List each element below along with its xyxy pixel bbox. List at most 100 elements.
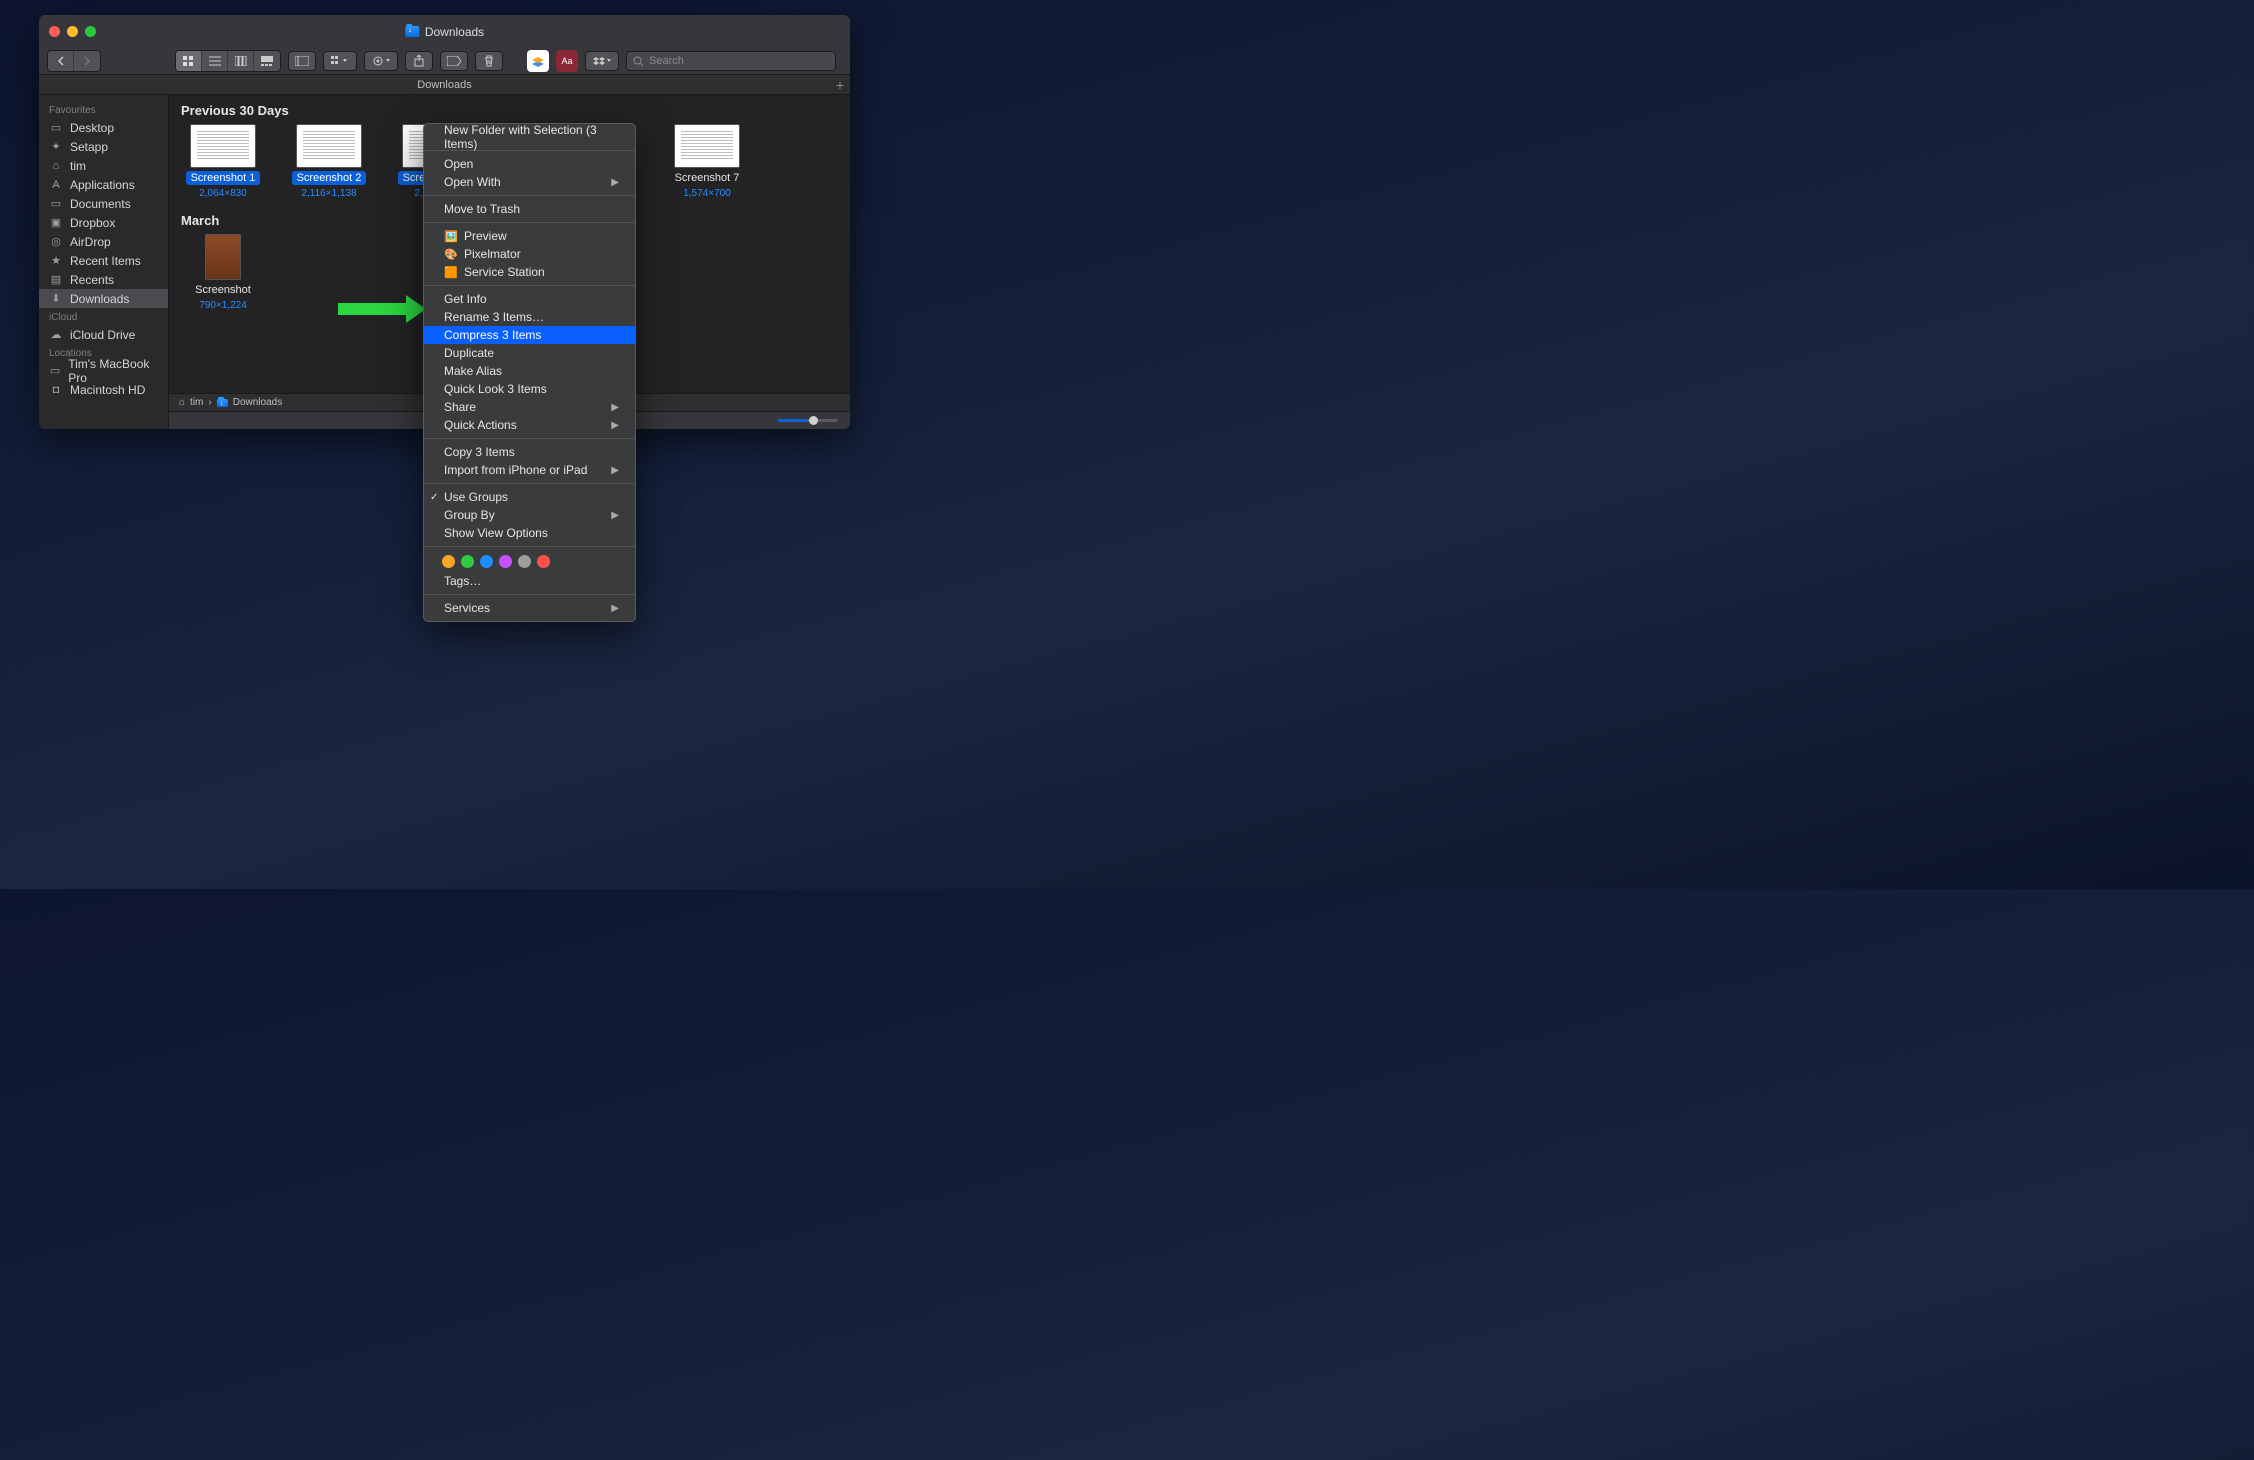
sidebar-item-desktop[interactable]: ▭Desktop — [39, 118, 168, 137]
disk-icon: ◘ — [49, 384, 63, 396]
dropbox-button[interactable] — [585, 51, 619, 71]
tag-green[interactable] — [461, 555, 474, 568]
sidebar-item-setapp[interactable]: ✦Setapp — [39, 137, 168, 156]
group-button[interactable] — [288, 51, 316, 71]
recent-icon: ★ — [49, 255, 63, 267]
menu-copy[interactable]: Copy 3 Items — [424, 443, 635, 461]
tag-grey[interactable] — [518, 555, 531, 568]
file-item[interactable]: Screenshot 71,574×700 — [663, 124, 751, 199]
forward-button[interactable] — [74, 51, 100, 71]
menu-move-to-trash[interactable]: Move to Trash — [424, 200, 635, 218]
app-icon-dictionary[interactable]: Aa — [556, 50, 578, 72]
arrange-button[interactable] — [323, 51, 357, 71]
tag-purple[interactable] — [499, 555, 512, 568]
folder-icon — [405, 26, 419, 37]
tag-blue[interactable] — [480, 555, 493, 568]
action-button[interactable] — [364, 51, 398, 71]
menu-open[interactable]: Open — [424, 155, 635, 173]
menu-use-groups[interactable]: Use Groups — [424, 488, 635, 506]
search-placeholder: Search — [649, 55, 684, 67]
gallery-view-button[interactable] — [254, 51, 280, 71]
column-view-button[interactable] — [228, 51, 254, 71]
annotation-arrow — [338, 303, 408, 315]
search-field[interactable]: Search — [626, 51, 836, 71]
menu-make-alias[interactable]: Make Alias — [424, 362, 635, 380]
menu-open-with[interactable]: Open With▶ — [424, 173, 635, 191]
section-header-30days: Previous 30 Days — [181, 103, 840, 118]
recents-icon: ▤ — [49, 274, 63, 286]
menu-get-info[interactable]: Get Info — [424, 290, 635, 308]
titlebar[interactable]: Downloads — [39, 15, 850, 48]
file-item[interactable]: Screenshot 22,116×1,138 — [285, 124, 373, 199]
sidebar-item-icloud-drive[interactable]: ☁iCloud Drive — [39, 325, 168, 344]
icon-view-button[interactable] — [176, 51, 202, 71]
file-thumb — [674, 124, 740, 168]
menu-share[interactable]: Share▶ — [424, 398, 635, 416]
search-icon — [633, 56, 644, 67]
service-station-icon: 🟧 — [444, 265, 458, 279]
menu-compress[interactable]: Compress 3 Items — [424, 326, 635, 344]
applications-icon: A — [49, 179, 63, 191]
close-button[interactable] — [49, 26, 60, 37]
tag-orange[interactable] — [442, 555, 455, 568]
path-folder[interactable]: Downloads — [233, 397, 282, 408]
sidebar-item-recent-items[interactable]: ★Recent Items — [39, 251, 168, 270]
tab-bar: Downloads + — [39, 75, 850, 95]
menu-group-by[interactable]: Group By▶ — [424, 506, 635, 524]
minimize-button[interactable] — [67, 26, 78, 37]
path-user[interactable]: tim — [190, 397, 203, 408]
menu-tags[interactable]: Tags… — [424, 572, 635, 590]
sidebar-item-downloads[interactable]: ⬇Downloads — [39, 289, 168, 308]
sidebar-item-applications[interactable]: AApplications — [39, 175, 168, 194]
menu-preview[interactable]: 🖼️Preview — [424, 227, 635, 245]
airdrop-icon: ◎ — [49, 236, 63, 248]
file-item[interactable]: Screenshot790×1,224 — [179, 234, 267, 311]
menu-import-iphone[interactable]: Import from iPhone or iPad▶ — [424, 461, 635, 479]
menu-show-view-options[interactable]: Show View Options — [424, 524, 635, 542]
menu-quick-actions[interactable]: Quick Actions▶ — [424, 416, 635, 434]
sidebar-item-airdrop[interactable]: ◎AirDrop — [39, 232, 168, 251]
desktop-icon: ▭ — [49, 122, 63, 134]
downloads-icon: ⬇ — [49, 293, 63, 305]
app-icon-1[interactable] — [527, 50, 549, 72]
back-button[interactable] — [48, 51, 74, 71]
trash-button[interactable] — [475, 51, 503, 71]
view-buttons — [175, 50, 281, 72]
laptop-icon: ▭ — [49, 365, 61, 377]
preview-icon: 🖼️ — [444, 229, 458, 243]
menu-new-folder-selection[interactable]: New Folder with Selection (3 Items) — [424, 128, 635, 146]
sidebar-item-recents[interactable]: ▤Recents — [39, 270, 168, 289]
menu-pixelmator[interactable]: 🎨Pixelmator — [424, 245, 635, 263]
sidebar-item-home[interactable]: ⌂tim — [39, 156, 168, 175]
menu-duplicate[interactable]: Duplicate — [424, 344, 635, 362]
menu-service-station[interactable]: 🟧Service Station — [424, 263, 635, 281]
list-view-button[interactable] — [202, 51, 228, 71]
pixelmator-icon: 🎨 — [444, 247, 458, 261]
tab-label[interactable]: Downloads — [417, 79, 471, 91]
new-tab-button[interactable]: + — [836, 77, 844, 93]
file-thumb — [205, 234, 241, 280]
sidebar-item-documents[interactable]: ▭Documents — [39, 194, 168, 213]
documents-icon: ▭ — [49, 198, 63, 210]
sidebar-item-macbook[interactable]: ▭Tim's MacBook Pro — [39, 361, 168, 380]
home-icon: ⌂ — [49, 160, 63, 172]
home-icon: ⌂ — [179, 397, 185, 408]
sidebar-head-favourites: Favourites — [39, 101, 168, 118]
share-button[interactable] — [405, 51, 433, 71]
sidebar-item-dropbox[interactable]: ▣Dropbox — [39, 213, 168, 232]
menu-services[interactable]: Services▶ — [424, 599, 635, 617]
menu-rename[interactable]: Rename 3 Items… — [424, 308, 635, 326]
maximize-button[interactable] — [85, 26, 96, 37]
file-thumb — [190, 124, 256, 168]
sidebar: Favourites ▭Desktop ✦Setapp ⌂tim AApplic… — [39, 95, 169, 429]
folder-icon — [217, 399, 228, 407]
tag-button[interactable] — [440, 51, 468, 71]
toolbar: Aa Search — [39, 48, 850, 75]
traffic-lights — [49, 26, 96, 37]
menu-quick-look[interactable]: Quick Look 3 Items — [424, 380, 635, 398]
file-thumb — [296, 124, 362, 168]
window-title-text: Downloads — [425, 25, 484, 39]
file-item[interactable]: Screenshot 12,064×830 — [179, 124, 267, 199]
tag-red[interactable] — [537, 555, 550, 568]
zoom-slider[interactable] — [778, 419, 838, 422]
